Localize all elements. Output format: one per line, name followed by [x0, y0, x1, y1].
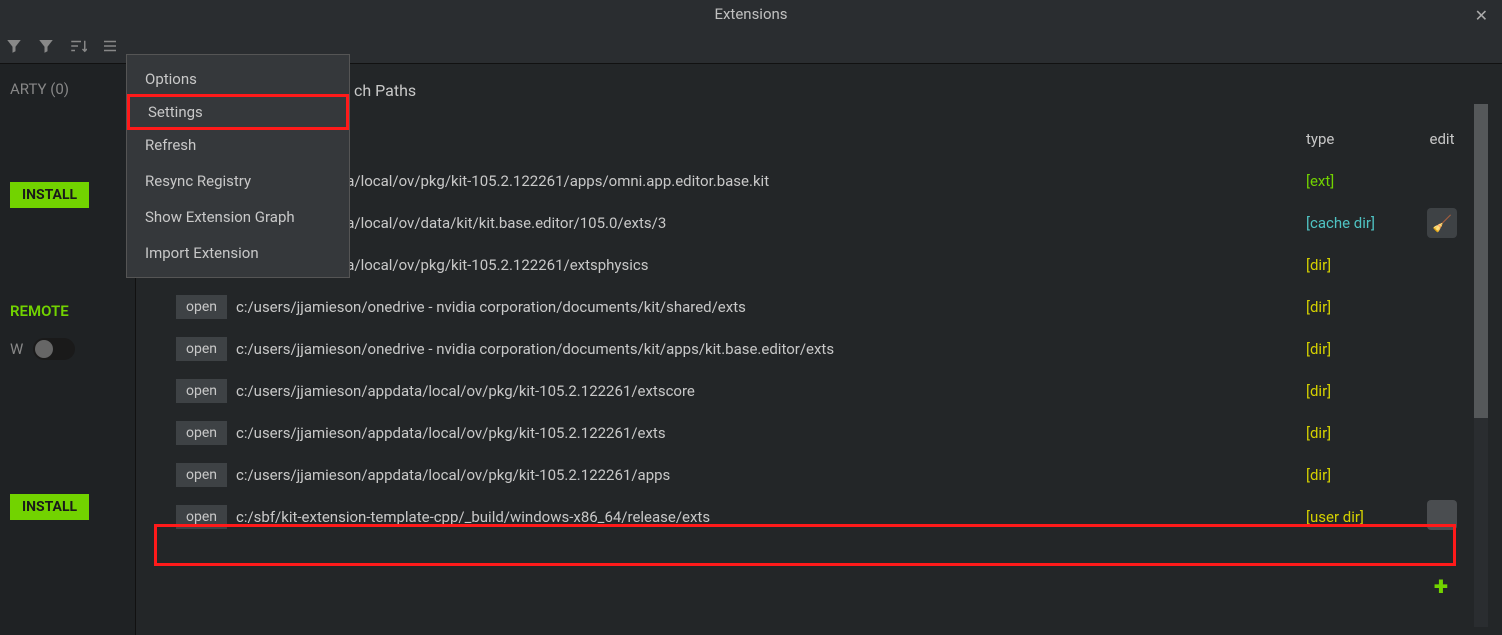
type-label: [dir]: [1306, 424, 1331, 442]
broom-icon: 🧹: [1432, 214, 1452, 233]
open-button[interactable]: open: [176, 505, 227, 529]
open-button[interactable]: open: [176, 463, 227, 487]
menu-item-graph[interactable]: Show Extension Graph: [127, 199, 349, 235]
context-menu: Options Settings Refresh Resync Registry…: [126, 54, 350, 278]
menu-item-import[interactable]: Import Extension: [127, 235, 349, 271]
path-row: open c:/users/jjamieson/appdata/local/ov/…: [154, 412, 1472, 454]
path-text: c:/users/jjamieson/appdata/local/ov/pkg/…: [236, 466, 670, 484]
party-label: ARTY (0): [10, 80, 125, 98]
sort-icon[interactable]: [68, 36, 88, 56]
open-button[interactable]: open: [176, 337, 227, 361]
path-row: open c:/users/jjamieson/onedrive - nvidia…: [154, 328, 1472, 370]
menu-item-refresh[interactable]: Refresh: [127, 127, 349, 163]
add-path-button[interactable]: +: [1426, 572, 1456, 602]
toggle-row: W: [10, 338, 125, 360]
edit-path-button[interactable]: [1427, 500, 1457, 530]
menu-item-options[interactable]: Options: [127, 61, 349, 97]
type-label: [ext]: [1306, 172, 1334, 190]
filter-icon[interactable]: [36, 36, 56, 56]
path-row: amieson/appdata/local/ov/data/kit/kit.ba…: [154, 202, 1472, 244]
type-label: [dir]: [1306, 466, 1331, 484]
path-text: c:/sbf/kit-extension-template-cpp/_build…: [236, 508, 710, 526]
path-row: open c:/sbf/kit-extension-template-cpp/_b…: [154, 496, 1472, 538]
list-icon[interactable]: [100, 36, 120, 56]
clear-cache-button[interactable]: 🧹: [1427, 208, 1457, 238]
open-button[interactable]: open: [176, 295, 227, 319]
menu-item-settings[interactable]: Settings: [127, 94, 349, 130]
menu-item-resync[interactable]: Resync Registry: [127, 163, 349, 199]
scrollbar[interactable]: [1474, 104, 1488, 627]
type-label: [user dir]: [1306, 508, 1364, 526]
toggle-label: W: [10, 340, 23, 358]
path-row: amieson/appdata/local/ov/pkg/kit-105.2.1…: [154, 160, 1472, 202]
sidebar: ARTY (0) INSTALL REMOTE W INSTALL: [0, 64, 136, 635]
path-text: c:/users/jjamieson/appdata/local/ov/pkg/…: [236, 382, 695, 400]
install-button-2[interactable]: INSTALL: [10, 494, 89, 520]
open-button[interactable]: open: [176, 421, 227, 445]
path-text: c:/users/jjamieson/appdata/local/ov/pkg/…: [236, 424, 666, 442]
remote-label: REMOTE: [10, 302, 125, 320]
path-row: open c:/users/jjamieson/appdata/local/ov/…: [154, 454, 1472, 496]
header-edit: edit: [1412, 130, 1472, 148]
path-row: open c:/users/jjamieson/onedrive - nvidia…: [154, 286, 1472, 328]
install-button-1[interactable]: INSTALL: [10, 182, 89, 208]
close-icon[interactable]: ✕: [1475, 6, 1488, 25]
titlebar: Extensions ✕: [0, 0, 1502, 28]
funnel-icon[interactable]: [4, 36, 24, 56]
type-label: [dir]: [1306, 256, 1331, 274]
open-button[interactable]: open: [176, 379, 227, 403]
path-row: amieson/appdata/local/ov/pkg/kit-105.2.1…: [154, 244, 1472, 286]
type-label: [cache dir]: [1306, 214, 1375, 232]
path-text: c:/users/jjamieson/onedrive - nvidia cor…: [236, 298, 746, 316]
scrollbar-thumb[interactable]: [1474, 104, 1488, 418]
plus-icon: +: [1434, 572, 1448, 602]
window-title: Extensions: [714, 5, 787, 23]
header-type: type: [1306, 130, 1412, 148]
path-row: open c:/users/jjamieson/appdata/local/ov/…: [154, 370, 1472, 412]
path-text: c:/users/jjamieson/onedrive - nvidia cor…: [236, 340, 834, 358]
type-label: [dir]: [1306, 340, 1331, 358]
type-label: [dir]: [1306, 382, 1331, 400]
type-label: [dir]: [1306, 298, 1331, 316]
header-row: type edit: [154, 118, 1472, 160]
toggle-switch[interactable]: [33, 338, 75, 360]
